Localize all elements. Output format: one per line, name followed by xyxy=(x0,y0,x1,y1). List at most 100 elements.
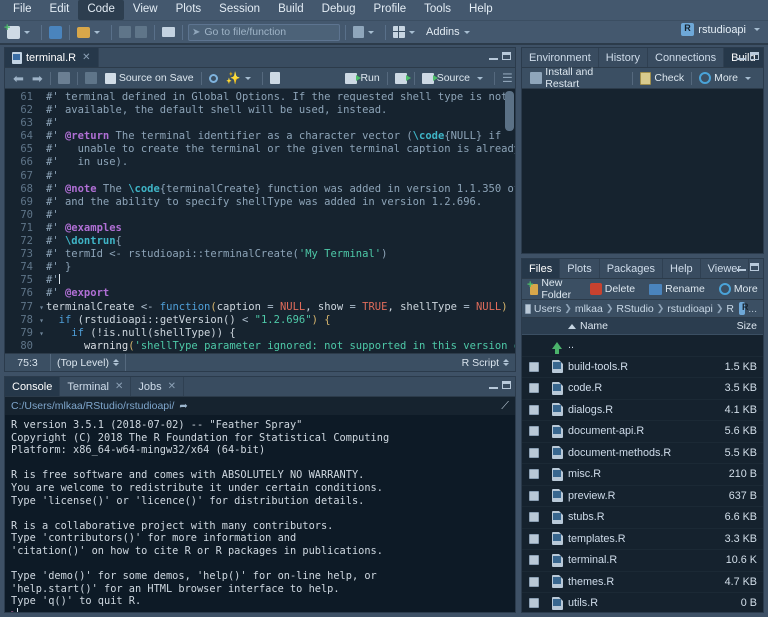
file-name[interactable]: document-methods.R xyxy=(568,447,711,459)
minimize-icon[interactable] xyxy=(737,53,746,60)
find-replace-button[interactable] xyxy=(205,74,222,83)
breadcrumb-item[interactable]: RStudio xyxy=(616,303,653,315)
pane-layout-button[interactable] xyxy=(391,23,421,42)
run-button[interactable]: Run xyxy=(341,72,383,84)
menu-item-profile[interactable]: Profile xyxy=(365,0,416,20)
size-column-header[interactable]: Size xyxy=(711,320,763,332)
row-checkbox[interactable] xyxy=(529,426,539,436)
back-arrow-icon[interactable]: ⬅ xyxy=(9,72,28,85)
new-project-button[interactable] xyxy=(47,23,64,42)
delete-button[interactable]: Delete xyxy=(586,283,639,295)
breadcrumb-overflow[interactable]: ... xyxy=(748,303,757,315)
row-checkbox[interactable] xyxy=(529,534,539,544)
row-checkbox[interactable] xyxy=(529,577,539,587)
file-name[interactable]: dialogs.R xyxy=(568,404,711,416)
goto-file-function-input[interactable]: ➤ Go to file/function xyxy=(188,24,340,41)
editor-vertical-scrollbar[interactable] xyxy=(505,91,514,131)
row-checkbox-cell[interactable] xyxy=(522,534,546,544)
table-row[interactable]: utils.R0 B xyxy=(522,593,763,612)
table-row[interactable]: preview.R637 B xyxy=(522,486,763,508)
row-checkbox[interactable] xyxy=(529,362,539,372)
row-checkbox[interactable] xyxy=(529,555,539,565)
row-checkbox-cell[interactable] xyxy=(522,426,546,436)
row-checkbox[interactable] xyxy=(529,512,539,522)
check-button[interactable]: Check xyxy=(636,72,688,85)
r-project-icon[interactable] xyxy=(739,302,745,315)
row-checkbox-cell[interactable] xyxy=(522,512,546,522)
chevron-down-icon[interactable] xyxy=(245,77,251,80)
new-folder-button[interactable]: New Folder xyxy=(526,277,580,301)
file-name[interactable]: build-tools.R xyxy=(568,361,711,373)
forward-arrow-icon[interactable]: ➡ xyxy=(28,72,47,85)
addins-button[interactable]: Addins xyxy=(421,23,476,42)
file-name[interactable]: preview.R xyxy=(568,490,711,502)
table-row[interactable]: terminal.R10.6 K xyxy=(522,550,763,572)
chevron-down-icon[interactable] xyxy=(94,31,100,34)
row-checkbox-cell[interactable] xyxy=(522,405,546,415)
console-output[interactable]: R version 3.5.1 (2018-07-02) -- "Feather… xyxy=(5,415,515,612)
scope-selector[interactable]: (Top Level) xyxy=(51,354,126,371)
list-item-parent-directory[interactable]: .. xyxy=(522,335,763,357)
tab-history[interactable]: History xyxy=(599,48,648,67)
open-in-window-icon[interactable]: ➦ xyxy=(179,401,187,412)
row-checkbox-cell[interactable] xyxy=(522,383,546,393)
menu-item-view[interactable]: View xyxy=(124,0,167,20)
chevron-down-icon[interactable] xyxy=(464,31,470,34)
breadcrumb-item[interactable]: Users xyxy=(534,303,561,315)
save-button[interactable] xyxy=(117,23,133,42)
rename-button[interactable]: Rename xyxy=(645,283,709,295)
rerun-button[interactable] xyxy=(391,73,411,84)
row-checkbox[interactable] xyxy=(529,469,539,479)
file-name[interactable]: document-api.R xyxy=(568,425,711,437)
table-row[interactable]: document-methods.R5.5 KB xyxy=(522,443,763,465)
open-file-button[interactable] xyxy=(75,23,106,42)
menu-item-edit[interactable]: Edit xyxy=(41,0,79,20)
build-output[interactable] xyxy=(522,89,763,253)
source-button[interactable]: Source xyxy=(418,72,491,84)
chevron-down-icon[interactable] xyxy=(368,31,374,34)
files-list[interactable]: ..build-tools.R1.5 KBcode.R3.5 KB dialogs… xyxy=(522,335,763,612)
row-checkbox-cell[interactable] xyxy=(522,448,546,458)
maximize-icon[interactable] xyxy=(750,52,759,60)
print-button[interactable] xyxy=(160,23,177,42)
source-on-save-toggle[interactable]: Source on Save xyxy=(101,72,198,84)
row-checkbox[interactable] xyxy=(529,383,539,393)
breadcrumb-item[interactable]: R xyxy=(726,303,734,315)
file-name[interactable]: utils.R xyxy=(568,597,711,609)
file-name[interactable]: code.R xyxy=(568,382,711,394)
minimize-icon[interactable] xyxy=(489,53,498,60)
table-row[interactable]: build-tools.R1.5 KB xyxy=(522,357,763,379)
file-name[interactable]: themes.R xyxy=(568,576,711,588)
close-icon[interactable]: ✕ xyxy=(115,381,123,392)
close-icon[interactable]: ✕ xyxy=(168,381,176,392)
tab-environment[interactable]: Environment xyxy=(522,48,599,67)
row-checkbox-cell[interactable] xyxy=(522,577,546,587)
project-selector[interactable]: rstudioapi xyxy=(681,23,764,36)
table-row[interactable]: document-api.R5.6 KB xyxy=(522,421,763,443)
row-checkbox-cell[interactable] xyxy=(522,362,546,372)
tab-help[interactable]: Help xyxy=(663,259,701,278)
tab-packages[interactable]: Packages xyxy=(600,259,663,278)
save-button[interactable] xyxy=(81,72,101,84)
files-more-button[interactable]: More xyxy=(715,283,764,295)
compile-report-button[interactable] xyxy=(266,72,284,84)
file-name[interactable]: terminal.R xyxy=(568,554,711,566)
show-in-new-window-button[interactable] xyxy=(54,72,74,84)
menu-item-file[interactable]: File xyxy=(4,0,41,20)
chevron-down-icon[interactable] xyxy=(24,31,30,34)
menu-item-debug[interactable]: Debug xyxy=(313,0,365,20)
row-checkbox-cell[interactable] xyxy=(522,598,546,608)
name-column-header[interactable]: Name xyxy=(568,320,711,332)
row-checkbox[interactable] xyxy=(529,405,539,415)
chevron-down-icon[interactable] xyxy=(477,77,483,80)
file-name[interactable]: templates.R xyxy=(568,533,711,545)
tab-console[interactable]: Console xyxy=(5,377,60,396)
chevron-down-icon[interactable] xyxy=(754,28,760,31)
row-checkbox-cell[interactable] xyxy=(522,469,546,479)
tab-files[interactable]: Files xyxy=(522,259,560,278)
table-row[interactable]: code.R3.5 KB xyxy=(522,378,763,400)
chevron-down-icon[interactable] xyxy=(745,77,751,80)
row-checkbox[interactable] xyxy=(529,448,539,458)
row-checkbox[interactable] xyxy=(529,598,539,608)
code-fold-toggle[interactable]: ▾ xyxy=(37,314,46,327)
